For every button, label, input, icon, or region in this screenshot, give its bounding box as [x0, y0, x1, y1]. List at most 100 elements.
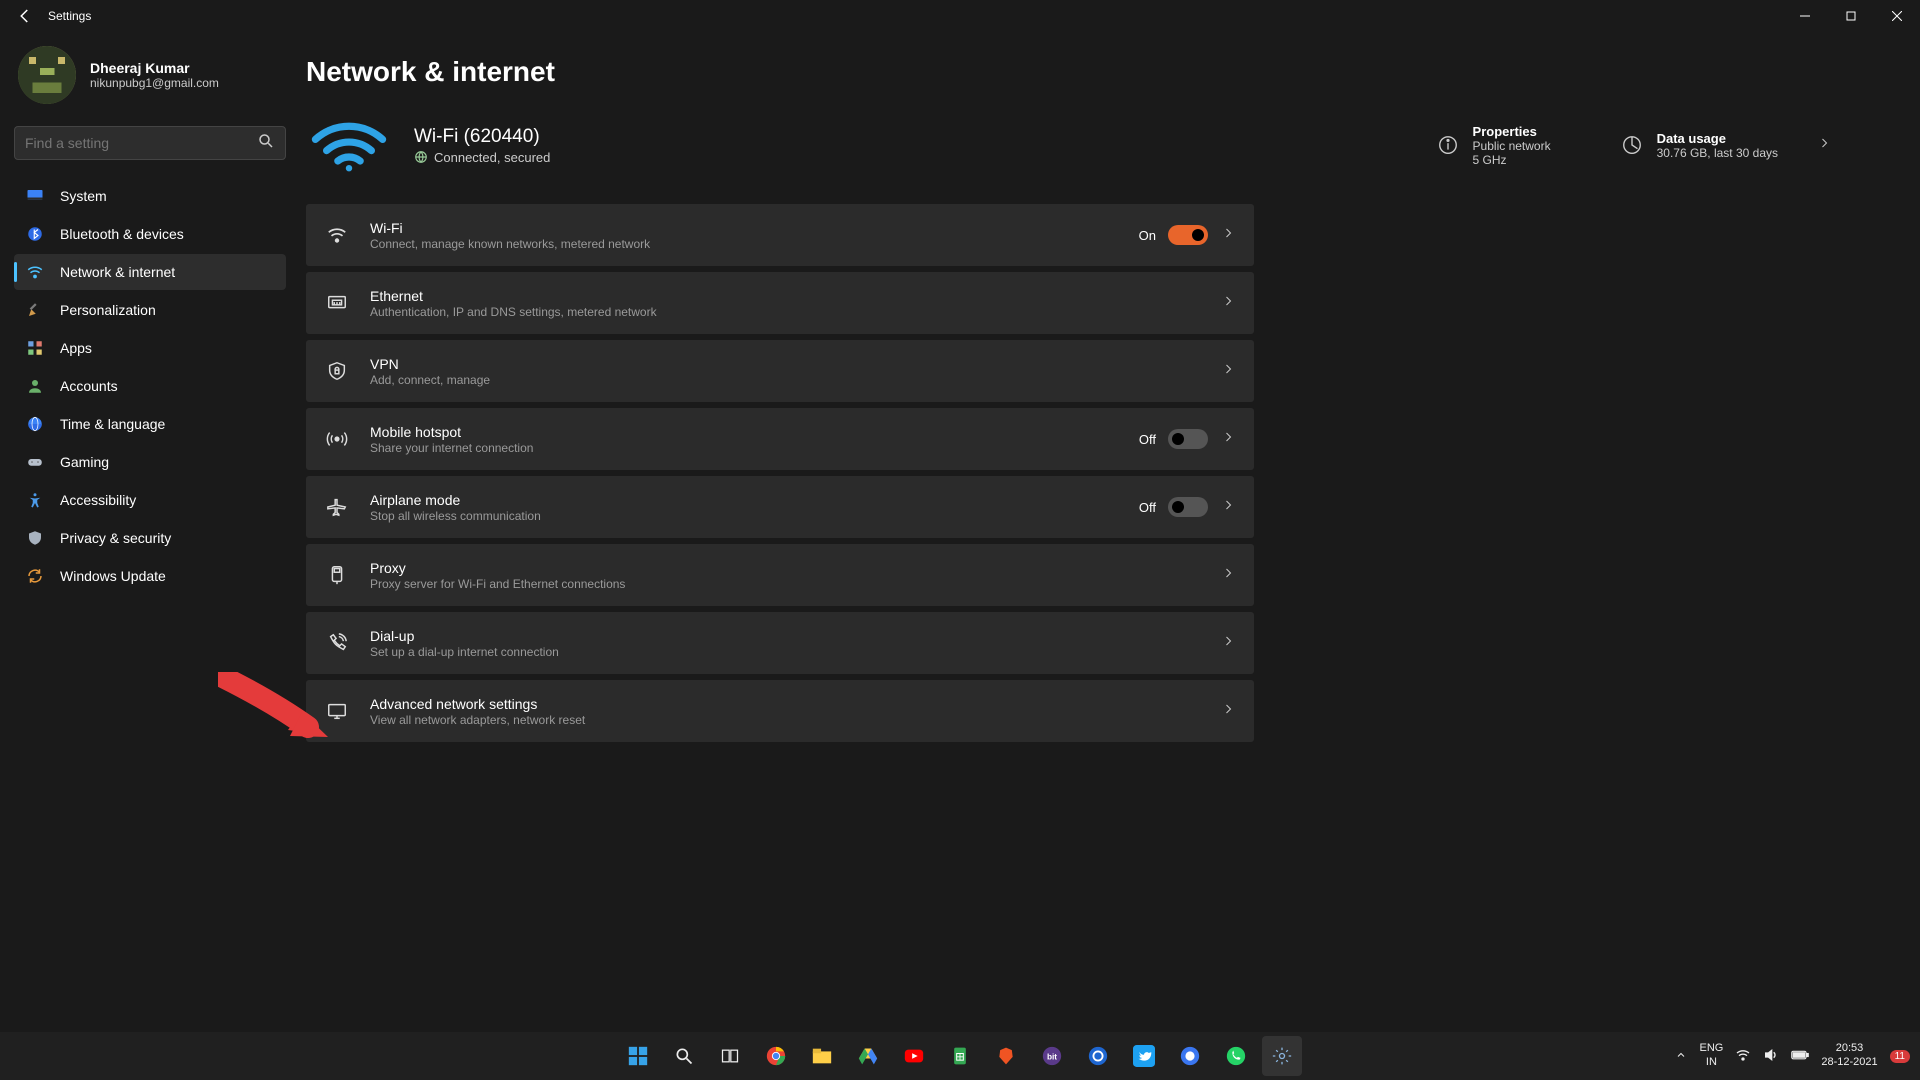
vpn-icon [322, 360, 352, 382]
setting-proxy[interactable]: Proxy Proxy server for Wi-Fi and Etherne… [306, 544, 1254, 606]
signal-icon[interactable] [1170, 1036, 1210, 1076]
tray-clock[interactable]: 20:53 28-12-2021 [1821, 1042, 1877, 1070]
setting-sub: Proxy server for Wi-Fi and Ethernet conn… [370, 577, 1222, 591]
properties-l2: 5 GHz [1473, 153, 1551, 167]
sidebar-item-accessibility[interactable]: Accessibility [14, 482, 286, 518]
sidebar-item-label: Windows Update [60, 568, 166, 584]
setting-advanced[interactable]: Advanced network settings View all netwo… [306, 680, 1254, 742]
sheets-icon[interactable] [940, 1036, 980, 1076]
setting-title: Wi-Fi [370, 220, 1139, 236]
privacy-icon [26, 529, 44, 547]
sidebar-item-bluetooth[interactable]: Bluetooth & devices [14, 216, 286, 252]
setting-sub: Connect, manage known networks, metered … [370, 237, 1139, 251]
update-icon [26, 567, 44, 585]
data-usage-tile[interactable]: Data usage 30.76 GB, last 30 days [1621, 131, 1830, 160]
sidebar-item-privacy[interactable]: Privacy & security [14, 520, 286, 556]
sidebar-nav: System Bluetooth & devices Network & int… [14, 178, 286, 594]
tray-volume-icon[interactable] [1763, 1047, 1779, 1066]
sidebar-item-label: Time & language [60, 416, 165, 432]
sidebar-item-update[interactable]: Windows Update [14, 558, 286, 594]
sidebar-item-time[interactable]: Time & language [14, 406, 286, 442]
setting-sub: Set up a dial-up internet connection [370, 645, 1222, 659]
setting-sub: Stop all wireless communication [370, 509, 1139, 523]
sidebar-item-label: Bluetooth & devices [60, 226, 184, 242]
chevron-right-icon [1222, 702, 1234, 720]
taskbar-search[interactable] [664, 1036, 704, 1076]
airplane-toggle[interactable] [1168, 497, 1208, 517]
setting-title: Proxy [370, 560, 1222, 576]
properties-l1: Public network [1473, 139, 1551, 153]
tray-chevron-icon[interactable] [1675, 1049, 1687, 1064]
time-icon [26, 415, 44, 433]
setting-sub: Authentication, IP and DNS settings, met… [370, 305, 1222, 319]
maximize-button[interactable] [1828, 0, 1874, 32]
minimize-button[interactable] [1782, 0, 1828, 32]
tray-battery-icon[interactable] [1791, 1049, 1809, 1064]
tray-wifi-icon[interactable] [1735, 1047, 1751, 1066]
bluetooth-icon [26, 225, 44, 243]
setting-vpn[interactable]: VPN Add, connect, manage [306, 340, 1254, 402]
profile-email: nikunpubg1@gmail.com [90, 76, 219, 90]
setting-dialup[interactable]: Dial-up Set up a dial-up internet connec… [306, 612, 1254, 674]
notification-badge[interactable]: 11 [1890, 1050, 1910, 1063]
chevron-right-icon [1222, 634, 1234, 652]
chrome-icon[interactable] [756, 1036, 796, 1076]
dialup-icon [322, 632, 352, 654]
properties-tile[interactable]: Properties Public network 5 GHz [1437, 124, 1551, 167]
setting-title: Advanced network settings [370, 696, 1222, 712]
wifi-toggle[interactable] [1168, 225, 1208, 245]
profile-block[interactable]: Dheeraj Kumar nikunpubg1@gmail.com [14, 46, 286, 104]
whatsapp-icon[interactable] [1216, 1036, 1256, 1076]
sidebar-item-label: Privacy & security [60, 530, 171, 546]
chevron-right-icon [1222, 430, 1234, 448]
settings-icon[interactable] [1262, 1036, 1302, 1076]
search-box[interactable] [14, 126, 286, 160]
toggle-state: Off [1139, 500, 1156, 515]
sidebar-item-label: Gaming [60, 454, 109, 470]
properties-title: Properties [1473, 124, 1551, 139]
accounts-icon [26, 377, 44, 395]
profile-name: Dheeraj Kumar [90, 60, 219, 76]
taskbar: bit ENG IN 20:53 28-12-2021 11 [0, 1032, 1920, 1080]
sidebar-item-gaming[interactable]: Gaming [14, 444, 286, 480]
setting-title: Mobile hotspot [370, 424, 1139, 440]
hotspot-icon [322, 428, 352, 450]
page-heading: Network & internet [306, 56, 1860, 88]
setting-airplane[interactable]: Airplane mode Stop all wireless communic… [306, 476, 1254, 538]
sidebar-item-label: Accounts [60, 378, 118, 394]
sidebar-item-label: Network & internet [60, 264, 175, 280]
setting-wifi[interactable]: Wi-Fi Connect, manage known networks, me… [306, 204, 1254, 266]
network-icon [26, 263, 44, 281]
setting-ethernet[interactable]: Ethernet Authentication, IP and DNS sett… [306, 272, 1254, 334]
youtube-icon[interactable] [894, 1036, 934, 1076]
chevron-right-icon [1818, 136, 1830, 154]
bit-icon[interactable]: bit [1032, 1036, 1072, 1076]
tray-language[interactable]: ENG IN [1699, 1042, 1723, 1070]
data-usage-l1: 30.76 GB, last 30 days [1657, 146, 1778, 160]
wifi-status-icon [306, 114, 392, 176]
task-view[interactable] [710, 1036, 750, 1076]
sidebar-item-apps[interactable]: Apps [14, 330, 286, 366]
data-usage-title: Data usage [1657, 131, 1778, 146]
setting-hotspot[interactable]: Mobile hotspot Share your internet conne… [306, 408, 1254, 470]
close-button[interactable] [1874, 0, 1920, 32]
personalization-icon [26, 301, 44, 319]
c-icon[interactable] [1078, 1036, 1118, 1076]
chevron-right-icon [1222, 566, 1234, 584]
sidebar-item-network[interactable]: Network & internet [14, 254, 286, 290]
search-input[interactable] [25, 135, 257, 151]
drive-icon[interactable] [848, 1036, 888, 1076]
toggle-state: On [1139, 228, 1156, 243]
hotspot-toggle[interactable] [1168, 429, 1208, 449]
svg-text:bit: bit [1047, 1053, 1057, 1062]
gaming-icon [26, 453, 44, 471]
explorer-icon[interactable] [802, 1036, 842, 1076]
sidebar-item-accounts[interactable]: Accounts [14, 368, 286, 404]
twitter-icon[interactable] [1124, 1036, 1164, 1076]
back-button[interactable] [10, 7, 40, 25]
brave-icon[interactable] [986, 1036, 1026, 1076]
sidebar-item-system[interactable]: System [14, 178, 286, 214]
chevron-right-icon [1222, 226, 1234, 244]
start-button[interactable] [618, 1036, 658, 1076]
sidebar-item-personalization[interactable]: Personalization [14, 292, 286, 328]
